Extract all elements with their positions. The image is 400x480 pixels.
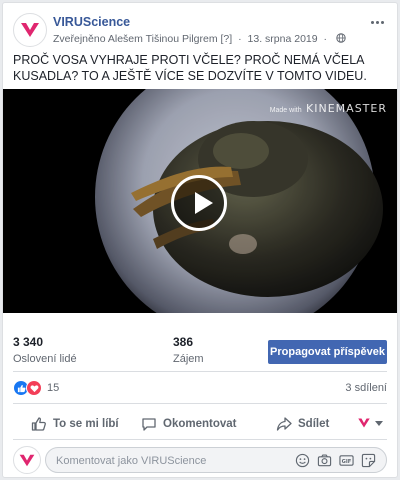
share-icon — [276, 417, 292, 431]
reach-value: 3 340 — [13, 335, 44, 349]
post-card: VIRUScience Zveřejněno Alešem Tišinou Pi… — [2, 2, 398, 478]
play-icon[interactable] — [171, 175, 227, 231]
post-text: PROČ VOSA VYHRAJE PROTI VČELE? PROČ NEMÁ… — [13, 53, 367, 83]
chevron-down-icon — [375, 420, 383, 426]
sticker-icon[interactable] — [361, 453, 376, 468]
act-as-page-selector[interactable] — [357, 417, 383, 429]
comment-box[interactable]: GIF — [45, 447, 387, 473]
comment-input[interactable] — [56, 452, 296, 469]
post-header: VIRUScience Zveřejněno Alešem Tišinou Pi… — [13, 11, 387, 47]
page-logo-icon — [358, 418, 370, 428]
more-options-icon[interactable] — [367, 15, 387, 29]
post-insights: 3 340 Oslovení lidé 386 Zájem Propagovat… — [3, 327, 397, 369]
page-name-link[interactable]: VIRUScience — [53, 15, 130, 29]
camera-icon[interactable] — [317, 453, 332, 468]
comment-composer: GIF — [13, 446, 387, 474]
reach-stat[interactable]: 3 340 Oslovení lidé — [13, 335, 77, 365]
page-logo-icon[interactable] — [13, 13, 47, 47]
video-player[interactable]: Made with KINEMASTER — [3, 89, 397, 313]
engagement-stat[interactable]: 386 Zájem — [173, 335, 204, 365]
share-button-label: Sdílet — [298, 418, 330, 430]
reach-label: Oslovení lidé — [13, 353, 77, 365]
video-watermark: Made with KINEMASTER — [270, 99, 387, 117]
svg-text:GIF: GIF — [342, 459, 352, 465]
divider — [13, 439, 387, 440]
published-marker[interactable]: [?] — [221, 33, 233, 45]
shares-count[interactable]: 3 sdílení — [345, 382, 387, 394]
watermark-big: KINEMASTER — [306, 102, 387, 115]
published-by[interactable]: Zveřejněno Alešem Tišinou Pilgrem — [53, 33, 218, 45]
comment-button-label: Okomentovat — [163, 418, 237, 430]
promote-post-button[interactable]: Propagovat příspěvek — [268, 340, 387, 364]
watermark-small: Made with — [269, 107, 302, 114]
avatar[interactable] — [13, 446, 41, 474]
post-date[interactable]: 13. srpna 2019 — [248, 33, 318, 45]
engagement-label: Zájem — [173, 353, 204, 365]
reaction-icons[interactable] — [13, 380, 45, 396]
reactions-bar: 15 3 sdílení — [13, 379, 387, 397]
love-reaction-icon — [26, 380, 42, 396]
post-actions: To se mi líbí Okomentovat Sdílet — [13, 411, 387, 437]
emoji-icon[interactable] — [295, 453, 310, 468]
thumbs-up-icon — [31, 417, 46, 431]
engagement-value: 386 — [173, 335, 194, 349]
comment-icon — [142, 418, 156, 431]
like-button[interactable]: To se mi líbí — [31, 411, 119, 437]
gif-icon[interactable]: GIF — [339, 453, 354, 468]
comment-button[interactable]: Okomentovat — [141, 411, 237, 437]
like-button-label: To se mi líbí — [53, 418, 119, 430]
share-button[interactable]: Sdílet — [276, 411, 329, 437]
globe-icon[interactable] — [336, 33, 346, 43]
divider — [13, 371, 387, 372]
divider — [13, 403, 387, 404]
reaction-count[interactable]: 15 — [47, 382, 59, 394]
post-subline: Zveřejněno Alešem Tišinou Pilgrem [?] · … — [53, 33, 346, 45]
